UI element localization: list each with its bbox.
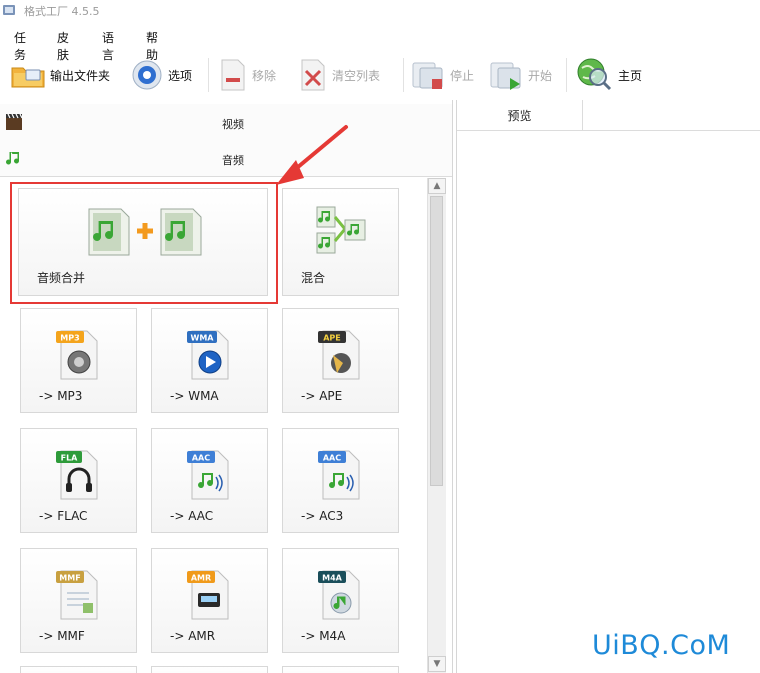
- category-video[interactable]: 视频: [0, 104, 452, 141]
- badge-text: M4A: [322, 574, 343, 583]
- task-list-header: 预览: [457, 100, 760, 131]
- badge-text: MP3: [60, 334, 79, 343]
- options-label: 选项: [168, 68, 193, 83]
- remove-file-icon: [221, 59, 245, 91]
- ac3-file-icon: AAC: [318, 450, 360, 500]
- tile-to-flac[interactable]: FLA -> FLAC: [20, 428, 137, 533]
- globe-magnifier-icon: [577, 58, 612, 91]
- start-label: 开始: [528, 68, 553, 83]
- tile-label: -> AAC: [170, 509, 214, 523]
- tile-label: -> APE: [301, 389, 343, 403]
- flac-file-icon: FLA: [56, 450, 98, 500]
- ape-file-icon: APE: [318, 330, 360, 380]
- tile-label: 音频合并: [37, 271, 86, 285]
- audio-tools-grid: 音频合并 混合 MP3 -> MP3 WMA -> WMA APE -> APE…: [0, 178, 426, 673]
- tile-to-aac[interactable]: AAC -> AAC: [151, 428, 268, 533]
- mp3-file-icon: MP3: [56, 330, 98, 380]
- category-audio[interactable]: 音频: [0, 140, 452, 177]
- output-folder-button[interactable]: 输出文件夹: [10, 52, 110, 98]
- mmf-file-icon: MMF: [56, 570, 98, 620]
- function-panel: 视频 音频 音频合并 混合 MP3 -> MP3 WMA -> WMA APE …: [0, 100, 453, 673]
- tile-to-ac3[interactable]: AAC -> AC3: [282, 428, 399, 533]
- tile-partial[interactable]: [151, 666, 268, 673]
- aac-file-icon: AAC: [187, 450, 229, 500]
- stop-label: 停止: [450, 68, 475, 83]
- tile-label: -> AMR: [170, 629, 216, 643]
- tile-label: -> M4A: [301, 629, 346, 643]
- tile-label: 混合: [301, 271, 326, 285]
- clear-list-button[interactable]: 清空列表: [298, 52, 380, 98]
- tile-to-amr[interactable]: AMR -> AMR: [151, 548, 268, 653]
- music-note-icon: [6, 152, 19, 165]
- badge-text: WMA: [191, 334, 215, 343]
- toolbar-separator: [566, 58, 567, 92]
- home-label: 主页: [618, 68, 643, 83]
- tile-audio-joiner[interactable]: 音频合并: [18, 188, 268, 296]
- stop-icon: [412, 62, 443, 89]
- wma-file-icon: WMA: [187, 330, 229, 380]
- tools-scrollbar[interactable]: ▲ ▼: [427, 178, 446, 673]
- audio-mix-icon: [316, 206, 366, 254]
- watermark: UiBQ.CoM: [592, 630, 731, 661]
- badge-text: MMF: [59, 574, 80, 583]
- tile-label: -> FLAC: [39, 509, 88, 523]
- badge-text: APE: [323, 334, 341, 343]
- format-factory-app-icon: [3, 5, 15, 15]
- badge-text: AAC: [192, 454, 210, 463]
- audio-joiner-icon: [88, 208, 202, 256]
- folder-icon: [11, 67, 45, 88]
- toolbar-separator: [403, 58, 404, 92]
- start-icon: [490, 62, 521, 90]
- toolbar-separator: [208, 58, 209, 92]
- scroll-up-arrow-icon[interactable]: ▲: [428, 178, 446, 194]
- tile-label: -> MP3: [39, 389, 83, 403]
- task-list-panel: 预览: [456, 100, 760, 673]
- start-button[interactable]: 开始: [488, 52, 552, 98]
- tile-partial[interactable]: [282, 666, 399, 673]
- tile-to-m4a[interactable]: M4A -> M4A: [282, 548, 399, 653]
- window-title: 格式工厂 4.5.5: [24, 5, 100, 18]
- clear-list-label: 清空列表: [332, 68, 381, 83]
- remove-label: 移除: [252, 68, 277, 83]
- tile-label: -> WMA: [170, 389, 219, 403]
- clear-list-icon: [301, 59, 325, 91]
- scroll-down-arrow-icon[interactable]: ▼: [428, 656, 446, 672]
- title-bar: 格式工厂 4.5.5: [0, 0, 760, 22]
- output-folder-label: 输出文件夹: [50, 68, 111, 83]
- toolbar: 输出文件夹 选项 移除 清空列表 停止 开始 主页: [0, 52, 760, 98]
- film-clapper-icon: [6, 113, 23, 130]
- tile-partial[interactable]: [20, 666, 137, 673]
- preview-column-header[interactable]: 预览: [457, 100, 583, 130]
- tile-to-wma[interactable]: WMA -> WMA: [151, 308, 268, 413]
- badge-text: AMR: [191, 574, 211, 583]
- options-button[interactable]: 选项: [130, 52, 192, 98]
- amr-file-icon: AMR: [187, 570, 229, 620]
- options-gear-icon: [132, 60, 162, 90]
- badge-text: FLA: [61, 454, 79, 463]
- remove-button[interactable]: 移除: [218, 52, 276, 98]
- scroll-thumb[interactable]: [430, 196, 443, 486]
- tile-audio-mix[interactable]: 混合: [282, 188, 399, 296]
- tile-to-mp3[interactable]: MP3 -> MP3: [20, 308, 137, 413]
- category-audio-label: 音频: [222, 154, 244, 167]
- stop-button[interactable]: 停止: [410, 52, 474, 98]
- home-button[interactable]: 主页: [574, 52, 642, 98]
- tile-label: -> MMF: [39, 629, 85, 643]
- tile-to-ape[interactable]: APE -> APE: [282, 308, 399, 413]
- category-video-label: 视频: [222, 118, 244, 131]
- badge-text: AAC: [323, 454, 341, 463]
- tile-to-mmf[interactable]: MMF -> MMF: [20, 548, 137, 653]
- tile-label: -> AC3: [301, 509, 344, 523]
- m4a-file-icon: M4A: [318, 570, 360, 620]
